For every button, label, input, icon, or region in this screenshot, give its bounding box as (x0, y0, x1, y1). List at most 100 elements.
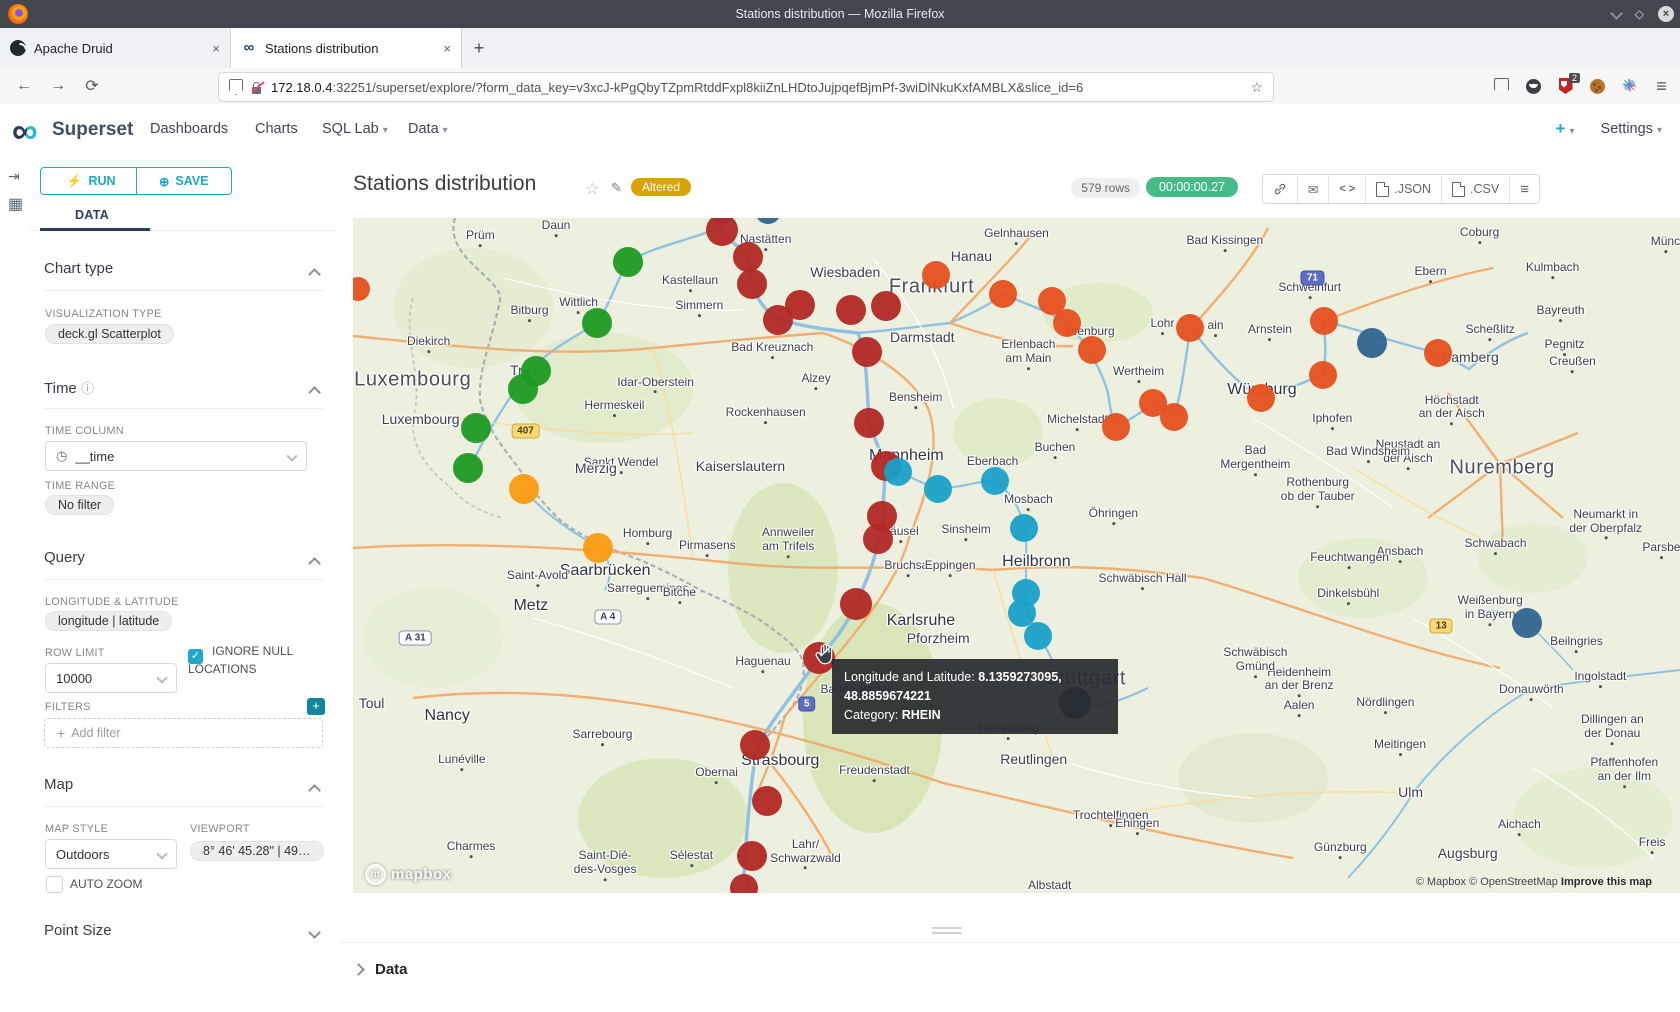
station-dot-main[interactable] (989, 280, 1017, 308)
browser-menu-icon[interactable]: ≡ (1653, 78, 1670, 95)
nav-charts[interactable]: Charts (255, 121, 298, 137)
nav-data[interactable]: Data ▾ (408, 121, 448, 137)
section-chart-type[interactable]: Chart type (44, 260, 113, 277)
forward-button[interactable]: → (46, 68, 70, 104)
superset-logo-icon[interactable]: ∞ (12, 112, 38, 150)
station-dot-saar[interactable] (583, 533, 613, 563)
embed-code-button[interactable]: < > (1329, 175, 1366, 203)
window-close-icon[interactable]: × (1658, 6, 1674, 22)
window-minimize-icon[interactable] (1612, 5, 1621, 23)
ignore-null-checkbox[interactable]: ✓ (188, 643, 203, 664)
section-map[interactable]: Map (44, 776, 73, 793)
tab-close-icon[interactable]: × (443, 41, 451, 56)
settings-menu[interactable]: Settings ▾ (1601, 121, 1662, 137)
email-button[interactable]: ✉ (1298, 175, 1329, 203)
station-dot-main[interactable] (1176, 314, 1204, 342)
station-dot-neckar[interactable] (1010, 514, 1038, 542)
tab-stations-distribution[interactable]: ∞ Stations distribution × (231, 28, 462, 68)
station-dot-main[interactable] (1247, 384, 1275, 412)
reload-button[interactable]: ⟳ (80, 68, 104, 104)
tab-apache-druid[interactable]: Apache Druid × (0, 28, 231, 68)
station-dot-danube[interactable] (1357, 328, 1387, 358)
station-dot-mosel[interactable] (508, 374, 538, 404)
station-dot-rhein[interactable] (785, 290, 815, 320)
collapse-icon[interactable] (310, 384, 319, 402)
superset-brand[interactable]: Superset (52, 119, 133, 141)
window-maximize-icon[interactable]: ◇ (1635, 7, 1644, 21)
collapse-panel-icon[interactable]: ⇥ (8, 168, 20, 185)
insecure-lock-icon[interactable] (251, 80, 263, 94)
deckgl-map[interactable]: PrümDaunNastättenGelnhausenHanauBad Kiss… (353, 218, 1680, 893)
lonlat-value[interactable]: longitude | latitude (45, 611, 172, 631)
station-dot-rhein[interactable] (733, 242, 763, 272)
station-dot-rhein[interactable] (854, 408, 884, 438)
map-style-select[interactable]: Outdoors (45, 839, 177, 869)
extension-shield-icon[interactable] (1493, 78, 1510, 95)
collapse-icon[interactable] (310, 266, 319, 284)
cookie-icon[interactable] (1589, 78, 1606, 95)
new-tab-button[interactable]: + (462, 28, 496, 68)
station-dot-main[interactable] (1160, 403, 1188, 431)
auto-zoom-checkbox[interactable] (46, 876, 63, 895)
collapse-icon[interactable] (310, 555, 319, 573)
station-dot-rhein[interactable] (836, 295, 866, 325)
station-dot-mosel[interactable] (613, 247, 643, 277)
station-dot-mosel[interactable] (582, 308, 612, 338)
station-dot-main[interactable] (1424, 339, 1452, 367)
run-button[interactable]: ⚡RUN (41, 168, 136, 194)
resize-handle[interactable] (932, 924, 962, 937)
station-dot-mosel[interactable] (461, 413, 491, 443)
station-dot-main[interactable] (1078, 336, 1106, 364)
station-dot-neckar[interactable] (981, 467, 1009, 495)
station-dot-danube[interactable] (1512, 608, 1542, 638)
section-point-size[interactable]: Point Size (44, 922, 112, 939)
ublock-icon[interactable]: 2 (1557, 78, 1574, 95)
bookmark-star-icon[interactable]: ☆ (1250, 79, 1263, 96)
station-dot-rhein[interactable] (852, 337, 882, 367)
station-dot-main[interactable] (1309, 361, 1337, 389)
section-time[interactable]: Time ⓘ (44, 378, 94, 397)
expand-icon[interactable] (310, 924, 319, 942)
add-filter-box[interactable]: +Add filter (44, 718, 323, 748)
add-new-button[interactable]: + ▾ (1556, 119, 1575, 139)
back-button[interactable]: ← (12, 68, 36, 104)
station-dot-rhein[interactable] (737, 841, 767, 871)
tab-data[interactable]: DATA (75, 208, 109, 222)
chart-menu-button[interactable]: ≡ (1510, 175, 1539, 203)
export-json-button[interactable]: .JSON (1366, 175, 1442, 203)
url-input[interactable]: 172.18.0.4:32251/superset/explore/?form_… (218, 72, 1274, 102)
station-dot-rhein[interactable] (871, 291, 901, 321)
tab-close-icon[interactable]: × (212, 41, 220, 56)
station-dot-neckar[interactable] (884, 458, 912, 486)
station-dot-main[interactable] (1102, 413, 1130, 441)
viz-type-value[interactable]: deck.gl Scatterplot (45, 324, 174, 344)
container-mask-icon[interactable] (1525, 78, 1542, 95)
station-dot-rhein[interactable] (840, 588, 872, 620)
station-dot-rhein[interactable] (740, 730, 770, 760)
tracking-protection-icon[interactable] (229, 79, 243, 95)
time-range-value[interactable]: No filter (45, 495, 114, 515)
station-dot-neckar[interactable] (1024, 622, 1052, 650)
time-column-select[interactable]: ◷ __time (45, 441, 307, 471)
nav-dashboards[interactable]: Dashboards (150, 121, 228, 137)
save-button[interactable]: ⊕SAVE (136, 168, 232, 194)
extension-sparkle-icon[interactable]: ✳ (1621, 78, 1638, 95)
export-csv-button[interactable]: .CSV (1442, 175, 1510, 203)
station-dot-saar[interactable] (509, 474, 539, 504)
station-dot-neckar[interactable] (924, 475, 952, 503)
favorite-star-icon[interactable]: ☆ (585, 179, 599, 199)
share-link-button[interactable] (1263, 175, 1298, 203)
mapbox-logo[interactable]: mmapbox (365, 864, 452, 885)
station-dot-rhein[interactable] (752, 786, 782, 816)
station-dot-main[interactable] (1053, 309, 1081, 337)
edit-properties-icon[interactable]: ✎ (611, 180, 622, 196)
map-attribution[interactable]: © Mapbox © OpenStreetMap Improve this ma… (1416, 876, 1652, 888)
data-panel-toggle[interactable]: Data (340, 943, 1680, 978)
station-dot-mosel[interactable] (453, 453, 483, 483)
nav-sql-lab[interactable]: SQL Lab ▾ (322, 121, 388, 137)
viewport-value[interactable]: 8° 46' 45.28" | 49… (190, 841, 324, 861)
station-dot-main[interactable] (1310, 307, 1338, 335)
section-query[interactable]: Query (44, 549, 85, 566)
station-dot-rhein[interactable] (863, 524, 893, 554)
station-dot-main[interactable] (922, 261, 950, 289)
